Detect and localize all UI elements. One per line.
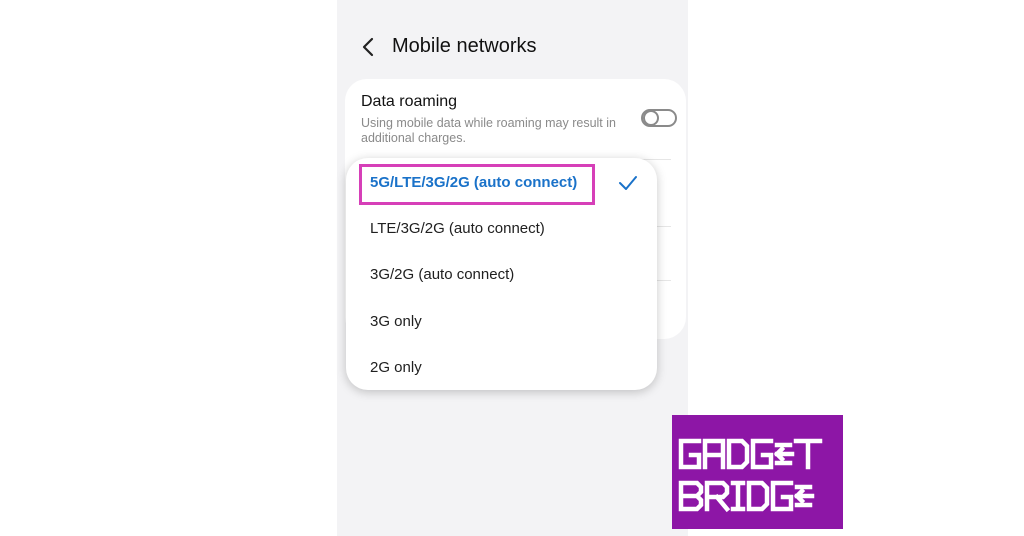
checkmark-icon	[619, 176, 637, 190]
data-roaming-row[interactable]: Data roaming Using mobile data while roa…	[361, 93, 681, 153]
page-title: Mobile networks	[392, 35, 537, 57]
chevron-left-icon	[362, 37, 374, 57]
divider	[655, 280, 671, 281]
data-roaming-title: Data roaming	[361, 93, 458, 110]
toggle-knob	[643, 110, 659, 126]
option-label: LTE/3G/2G (auto connect)	[370, 220, 545, 237]
network-mode-option[interactable]: 3G/2G (auto connect)	[346, 252, 657, 298]
data-roaming-description: Using mobile data while roaming may resu…	[361, 116, 616, 145]
app-header: Mobile networks	[337, 22, 688, 72]
network-mode-option[interactable]: 2G only	[346, 345, 657, 391]
network-mode-option[interactable]: 3G only	[346, 299, 657, 345]
network-mode-dropdown: 5G/LTE/3G/2G (auto connect) LTE/3G/2G (a…	[346, 158, 657, 390]
data-roaming-toggle[interactable]	[641, 109, 677, 127]
network-mode-option[interactable]: LTE/3G/2G (auto connect)	[346, 206, 657, 252]
gadget-bridge-logo-mark	[678, 438, 823, 513]
option-label: 3G only	[370, 313, 422, 330]
option-label: 3G/2G (auto connect)	[370, 266, 515, 283]
back-button[interactable]	[357, 36, 379, 58]
option-label: 2G only	[370, 359, 422, 376]
network-mode-option[interactable]: 5G/LTE/3G/2G (auto connect)	[346, 160, 657, 206]
divider	[655, 226, 671, 227]
gadget-bridge-logo	[672, 415, 843, 529]
option-label: 5G/LTE/3G/2G (auto connect)	[370, 174, 578, 191]
